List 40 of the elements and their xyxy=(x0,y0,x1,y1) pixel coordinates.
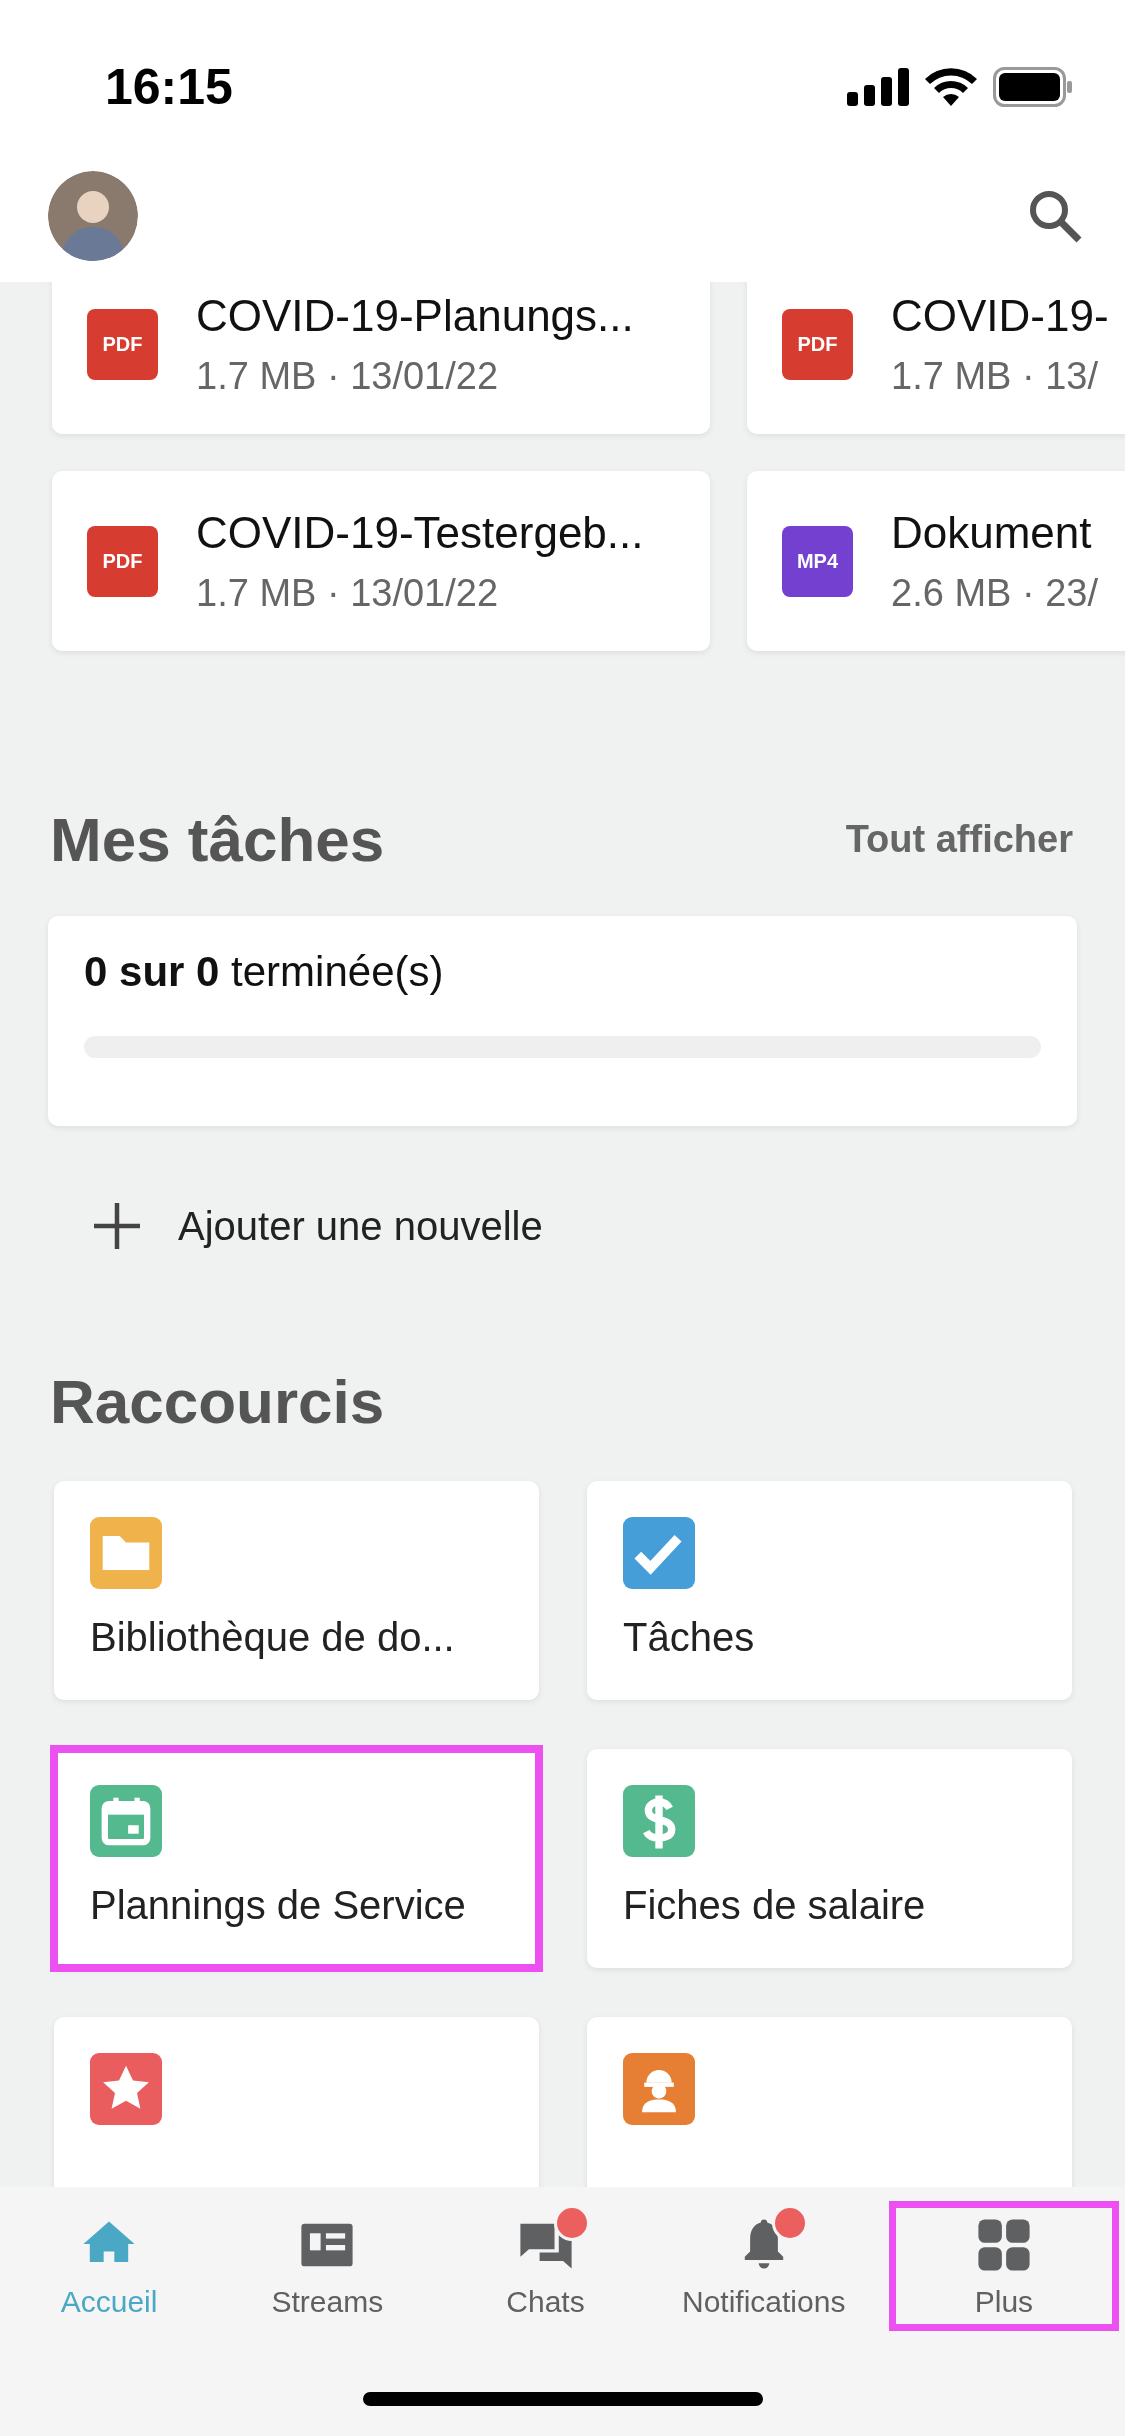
file-type-badge: PDF xyxy=(87,308,158,380)
file-name: COVID-19-Testergeb... xyxy=(196,507,644,558)
nav-tab[interactable]: Notifications xyxy=(654,2207,873,2325)
signal-icon xyxy=(847,68,909,106)
shortcut-card[interactable]: Bibliothèque de do... xyxy=(54,1481,539,1700)
nav-tab[interactable]: Chats xyxy=(436,2207,655,2325)
file-card[interactable]: PDF COVID-19- 1.7 MB · 13/ xyxy=(747,282,1125,434)
file-card[interactable]: PDF COVID-19-Planungs... 1.7 MB · 13/01/22 xyxy=(52,282,710,434)
section-title: Raccourcis xyxy=(50,1365,385,1437)
file-type-badge: PDF xyxy=(87,525,158,597)
shortcut-label: Bibliothèque de do... xyxy=(90,1615,456,1660)
nav-tab[interactable]: Streams xyxy=(218,2207,437,2325)
add-task-link[interactable]: Ajouter une nouvelle xyxy=(178,1203,543,1249)
file-type-badge: MP4 xyxy=(782,525,853,597)
wifi-icon xyxy=(925,68,977,106)
status-time: 16:15 xyxy=(105,58,233,116)
plus-icon[interactable] xyxy=(92,1201,142,1251)
battery-icon xyxy=(993,67,1073,107)
file-meta: 1.7 MB · 13/ xyxy=(891,354,1099,398)
file-name: COVID-19-Planungs... xyxy=(196,290,634,341)
show-all-link[interactable]: Tout afficher xyxy=(845,817,1073,861)
shortcut-card[interactable] xyxy=(54,2017,539,2187)
shortcut-label: Fiches de salaire xyxy=(623,1883,927,1928)
shortcut-card[interactable]: Fiches de salaire xyxy=(587,1749,1072,1968)
file-meta: 2.6 MB · 23/ xyxy=(891,571,1098,615)
nav-tab[interactable]: Plus xyxy=(894,2207,1113,2325)
file-name: Dokument xyxy=(891,507,1093,558)
shortcut-label: Tâches xyxy=(623,1615,756,1660)
file-card[interactable]: PDF COVID-19-Testergeb... 1.7 MB · 13/01/22 xyxy=(52,471,710,651)
file-name: COVID-19- xyxy=(891,290,1109,341)
shortcut-card[interactable]: Tâches xyxy=(587,1481,1072,1700)
shortcut-label: Plannings de Service xyxy=(90,1883,467,1928)
file-card[interactable]: MP4 Dokument 2.6 MB · 23/ xyxy=(747,471,1125,651)
file-type-badge: PDF xyxy=(782,308,853,380)
section-title: Mes tâches xyxy=(50,803,385,875)
task-count: 0 sur 0 terminée(s) xyxy=(84,948,445,996)
file-meta: 1.7 MB · 13/01/22 xyxy=(196,354,500,398)
shortcut-card[interactable] xyxy=(587,2017,1072,2187)
avatar[interactable] xyxy=(48,171,138,261)
file-meta: 1.7 MB · 13/01/22 xyxy=(196,571,500,615)
